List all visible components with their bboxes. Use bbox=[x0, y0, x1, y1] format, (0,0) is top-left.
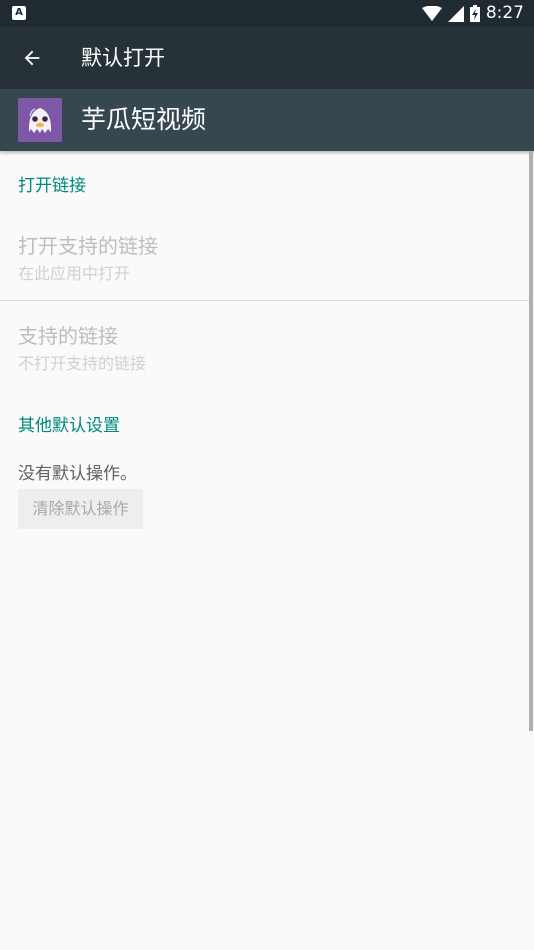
pref-open-supported-links-title: 打开支持的链接 bbox=[18, 234, 158, 258]
no-default-actions-text: 没有默认操作。 bbox=[18, 464, 137, 484]
pref-open-supported-links[interactable]: 打开支持的链接 在此应用中打开 bbox=[0, 213, 530, 299]
back-button[interactable] bbox=[8, 34, 56, 82]
pref-supported-links[interactable]: 支持的链接 不打开支持的链接 bbox=[0, 301, 530, 387]
app-header: 芋瓜短视频 bbox=[0, 89, 534, 151]
section-header-other-defaults: 其他默认设置 bbox=[18, 416, 120, 436]
scrollbar[interactable] bbox=[529, 151, 533, 731]
status-bar: A 8:27 bbox=[0, 0, 534, 27]
settings-list: 打开链接 打开支持的链接 在此应用中打开 支持的链接 不打开支持的链接 其他默认… bbox=[0, 151, 534, 950]
status-time: 8:27 bbox=[485, 3, 524, 23]
page-title: 默认打开 bbox=[81, 46, 165, 70]
arrow-left-icon bbox=[24, 50, 40, 66]
signal-icon bbox=[447, 5, 464, 22]
wifi-icon bbox=[421, 5, 442, 21]
app-info-open-by-default-screen: A 8:27 默认打开 芋瓜短视频 打开链接 打开支持的链接 在此应用中打开 支… bbox=[0, 0, 534, 950]
pref-supported-links-title: 支持的链接 bbox=[18, 324, 118, 348]
notification-icon: A bbox=[12, 6, 26, 20]
battery-charging-icon bbox=[469, 5, 480, 22]
pref-open-supported-links-summary: 在此应用中打开 bbox=[18, 264, 131, 283]
ghost-app-icon bbox=[18, 98, 62, 142]
pref-supported-links-summary: 不打开支持的链接 bbox=[18, 354, 147, 373]
clear-defaults-button[interactable]: 清除默认操作 bbox=[18, 489, 143, 529]
toolbar: 默认打开 bbox=[0, 27, 534, 89]
status-icons: 8:27 bbox=[421, 0, 524, 27]
section-header-open-links: 打开链接 bbox=[18, 176, 86, 196]
app-name: 芋瓜短视频 bbox=[81, 105, 207, 134]
